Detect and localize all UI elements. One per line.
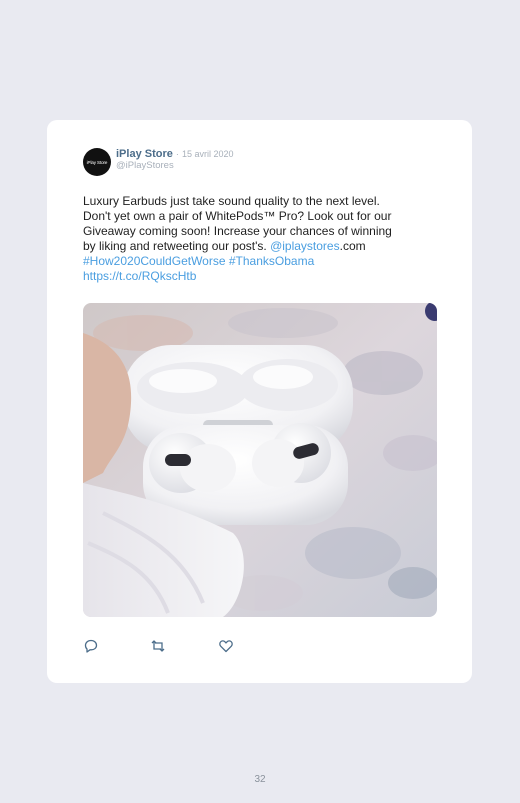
retweet-icon[interactable]	[150, 638, 166, 654]
page-number: 32	[254, 774, 266, 785]
heart-icon[interactable]	[218, 638, 234, 654]
avatar[interactable]: iPlay Store	[83, 148, 111, 176]
tweet-line: Giveaway coming soon! Increase your chan…	[83, 224, 392, 238]
tweet-date[interactable]: 15 avril 2020	[182, 149, 234, 159]
hashtag-link[interactable]: #ThanksObama	[229, 254, 314, 268]
tweet-line: Luxury Earbuds just take sound quality t…	[83, 194, 380, 208]
tweet-line: Don't yet own a pair of WhitePods™ Pro? …	[83, 209, 392, 223]
display-name[interactable]: iPlay Store	[116, 148, 173, 160]
page: iPlay Store iPlay Store · 15 avril 2020 …	[0, 0, 520, 803]
separator: ·	[175, 149, 179, 159]
tweet-line-text: by liking and retweeting our post's.	[83, 239, 271, 253]
tweet-url-link[interactable]: https://t.co/RQkscHtb	[83, 269, 443, 284]
tweet-text: Luxury Earbuds just take sound quality t…	[83, 194, 443, 284]
mention-suffix: .com	[339, 239, 366, 253]
author-line: iPlay Store · 15 avril 2020	[116, 148, 234, 160]
hashtags-line: #How2020CouldGetWorse #ThanksObama	[83, 254, 443, 269]
hashtag-link[interactable]: #How2020CouldGetWorse	[83, 254, 226, 268]
tweet-photo[interactable]	[83, 303, 437, 617]
reply-icon[interactable]	[83, 638, 99, 654]
user-handle[interactable]: @iPlayStores	[116, 160, 234, 172]
mention-link[interactable]: @iplaystores	[270, 239, 340, 253]
tweet-card: iPlay Store iPlay Store · 15 avril 2020 …	[47, 120, 472, 683]
author-block: iPlay Store · 15 avril 2020 @iPlayStores	[116, 148, 234, 172]
tweet-header: iPlay Store iPlay Store · 15 avril 2020 …	[83, 148, 234, 176]
earbuds-case-photo	[83, 303, 437, 617]
tweet-actions	[83, 638, 234, 654]
tweet-line: by liking and retweeting our post's. @ip…	[83, 239, 443, 254]
